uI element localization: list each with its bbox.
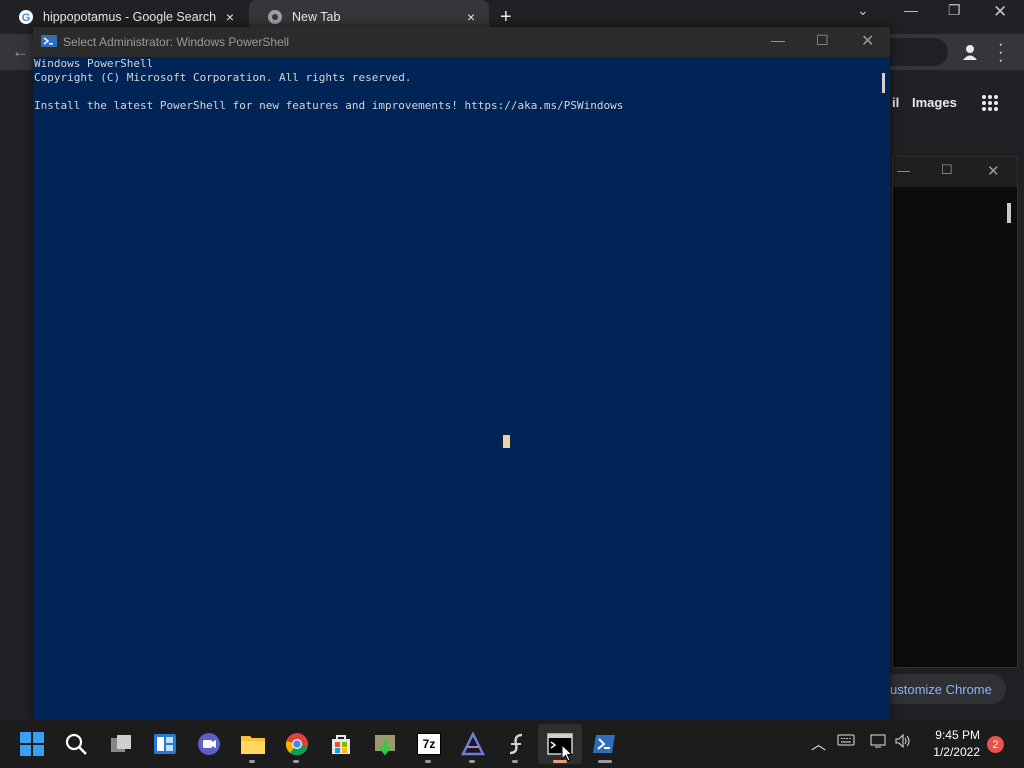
- console-line: Copyright (C) Microsoft Corporation. All…: [34, 71, 412, 84]
- minimize-icon[interactable]: —: [904, 2, 918, 18]
- sevenzip-icon[interactable]: 7z: [416, 731, 442, 757]
- more-menu-icon[interactable]: · · ·: [998, 37, 1003, 69]
- show-hidden-icons-icon[interactable]: ︿: [811, 733, 826, 754]
- profile-icon[interactable]: [960, 42, 980, 62]
- running-indicator: [293, 760, 299, 763]
- vector-app-icon[interactable]: [460, 731, 486, 757]
- network-icon[interactable]: [870, 733, 888, 752]
- new-tab-button[interactable]: +: [500, 6, 512, 29]
- running-indicator: [469, 760, 475, 763]
- store-icon[interactable]: [328, 731, 354, 757]
- close-icon[interactable]: ✕: [993, 2, 1007, 22]
- scrollbar-thumb[interactable]: [1007, 203, 1011, 223]
- chrome-icon: [267, 9, 283, 25]
- mouse-pointer-icon: [561, 743, 574, 767]
- system-clock[interactable]: 9:45 PM 1/2/2022: [920, 727, 980, 761]
- tab-title: New Tab: [292, 10, 341, 24]
- back-arrow-icon[interactable]: ←: [12, 42, 29, 62]
- task-view-icon[interactable]: [108, 731, 134, 757]
- google-apps-icon[interactable]: [982, 95, 998, 111]
- console-output[interactable]: Windows PowerShell Copyright (C) Microsof…: [34, 57, 623, 113]
- minimize-icon[interactable]: —: [771, 32, 785, 48]
- tab-search-icon[interactable]: ⌄: [857, 2, 869, 19]
- running-indicator: [249, 760, 255, 763]
- sigma-app-icon[interactable]: [503, 731, 529, 757]
- minimize-icon[interactable]: —: [897, 163, 910, 178]
- text-cursor: [503, 435, 510, 448]
- google-icon: G: [18, 9, 34, 25]
- chat-icon[interactable]: [196, 731, 222, 757]
- volume-icon[interactable]: [894, 733, 912, 752]
- address-bar[interactable]: [880, 38, 948, 66]
- search-icon[interactable]: [63, 731, 89, 757]
- running-indicator: [425, 760, 431, 763]
- powershell-icon: [41, 35, 57, 47]
- running-indicator: [512, 760, 518, 763]
- clock-date: 1/2/2022: [933, 745, 980, 759]
- close-icon[interactable]: ✕: [861, 31, 874, 51]
- window-title: Select Administrator: Windows PowerShell: [63, 35, 290, 49]
- start-icon[interactable]: [19, 731, 45, 757]
- clock-time: 9:45 PM: [935, 728, 980, 742]
- chrome-icon[interactable]: [284, 731, 310, 757]
- tab-close-icon[interactable]: ×: [467, 9, 475, 25]
- file-explorer-icon[interactable]: [240, 731, 266, 757]
- restore-icon[interactable]: ❐: [948, 2, 961, 19]
- notification-badge[interactable]: 2: [987, 736, 1004, 753]
- tab-close-icon[interactable]: ×: [226, 9, 234, 25]
- powershell-icon[interactable]: [591, 731, 617, 757]
- taskbar: 7z ︿: [0, 720, 1024, 768]
- sevenzip-label: 7z: [417, 733, 441, 755]
- svg-text:G: G: [22, 12, 31, 24]
- maximize-icon[interactable]: ☐: [816, 32, 829, 49]
- background-console-window: — ☐ ✕: [892, 156, 1018, 668]
- images-link[interactable]: Images: [912, 95, 957, 110]
- customize-chrome-button[interactable]: ustomize Chrome: [870, 674, 1006, 704]
- gmail-link[interactable]: il: [892, 95, 899, 110]
- keyboard-icon[interactable]: [837, 733, 855, 750]
- running-indicator: [598, 760, 612, 763]
- maximize-icon[interactable]: ☐: [941, 162, 953, 178]
- powershell-window[interactable]: Select Administrator: Windows PowerShell…: [33, 27, 890, 720]
- widgets-icon[interactable]: [152, 731, 178, 757]
- background-window-titlebar: — ☐ ✕: [893, 157, 1017, 187]
- app-installer-icon[interactable]: [372, 731, 398, 757]
- close-icon[interactable]: ✕: [987, 162, 1000, 180]
- console-line: Windows PowerShell: [34, 57, 154, 70]
- tab-title: hippopotamus - Google Search: [43, 10, 217, 24]
- powershell-titlebar[interactable]: Select Administrator: Windows PowerShell…: [33, 27, 890, 57]
- scrollbar-thumb[interactable]: [882, 73, 885, 93]
- console-line: Install the latest PowerShell for new fe…: [34, 99, 624, 112]
